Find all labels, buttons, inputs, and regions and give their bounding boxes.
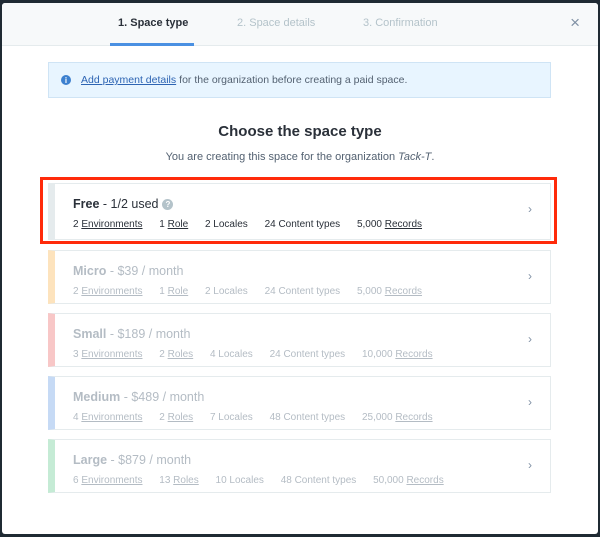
roles-link[interactable]: Roles [173, 475, 199, 486]
env-count: 3 [73, 349, 79, 360]
tab-space-details[interactable]: 2. Space details [237, 17, 315, 29]
plan-title: Large - $879 / month [73, 453, 191, 467]
env-count: 6 [73, 475, 79, 486]
locales: 7 Locales [209, 412, 253, 423]
roles: 2 Roles [159, 412, 193, 423]
records-link[interactable]: Records [385, 286, 422, 297]
plan-name: Micro [73, 264, 107, 278]
plan-title: Small - $189 / month [73, 327, 190, 341]
plan-card-micro[interactable]: Micro - $39 / month 2 Environments 1 Rol… [48, 250, 551, 304]
environments: 3 Environments [73, 349, 142, 360]
environments: 6 Environments [73, 475, 142, 486]
plan-price: - $879 / month [107, 453, 192, 467]
close-icon[interactable]: × [570, 13, 580, 33]
content-types: 48 Content types [280, 475, 357, 486]
plan-card-small[interactable]: Small - $189 / month 3 Environments 2 Ro… [48, 313, 551, 367]
records-link[interactable]: Records [395, 349, 432, 360]
environments-link[interactable]: Environments [81, 475, 142, 486]
organization-name: Tack-T [398, 151, 432, 163]
record-count: 5,000 [356, 286, 382, 297]
records: 10,000 Records [362, 349, 433, 360]
active-tab-indicator [110, 43, 194, 46]
records-link[interactable]: Records [406, 475, 443, 486]
environments-link[interactable]: Environments [81, 286, 142, 297]
chevron-right-icon: › [528, 395, 532, 409]
role-count: 2 [159, 349, 165, 360]
plan-title: Medium - $489 / month [73, 390, 204, 404]
content-types: 48 Content types [269, 412, 346, 423]
payment-notice: i Add payment details for the organizati… [48, 62, 551, 98]
plan-features: 6 Environments 13 Roles 10 Locales 48 Co… [73, 475, 458, 486]
records: 25,000 Records [362, 412, 433, 423]
environments: 4 Environments [73, 412, 142, 423]
roles-link[interactable]: Roles [168, 412, 194, 423]
locales: 10 Locales [215, 475, 264, 486]
record-count: 10,000 [361, 349, 393, 360]
records: 50,000 Records [373, 475, 444, 486]
plan-title: Micro - $39 / month [73, 264, 183, 278]
role-count: 1 [159, 286, 165, 297]
highlight-box [40, 177, 557, 244]
env-count: 4 [73, 412, 79, 423]
records-link[interactable]: Records [395, 412, 432, 423]
tab-confirmation[interactable]: 3. Confirmation [363, 17, 438, 29]
locales: 4 Locales [209, 349, 253, 360]
environments-link[interactable]: Environments [81, 349, 142, 360]
record-count: 25,000 [361, 412, 393, 423]
add-payment-details-link[interactable]: Add payment details [81, 74, 176, 86]
roles-link[interactable]: Role [168, 286, 189, 297]
subtitle-text: You are creating this space for the orga… [165, 151, 399, 163]
record-count: 50,000 [373, 475, 404, 486]
plan-name: Small [73, 327, 107, 341]
plan-price: - $489 / month [120, 390, 205, 404]
role-count: 2 [159, 412, 165, 423]
plan-price: - $189 / month [106, 327, 191, 341]
plan-card-large[interactable]: Large - $879 / month 6 Environments 13 R… [48, 439, 551, 493]
locales: 2 Locales [204, 286, 248, 297]
environments: 2 Environments [73, 286, 142, 297]
environments-link[interactable]: Environments [81, 412, 142, 423]
wizard-header: 1. Space type 2. Space details 3. Confir… [2, 3, 598, 46]
roles: 1 Role [159, 286, 188, 297]
create-space-modal: 1. Space type 2. Space details 3. Confir… [2, 3, 598, 534]
plan-card-medium[interactable]: Medium - $489 / month 4 Environments 2 R… [48, 376, 551, 430]
plan-name: Medium [73, 390, 121, 404]
page-title: Choose the space type [218, 123, 382, 140]
chevron-right-icon: › [528, 332, 532, 346]
tab-space-type[interactable]: 1. Space type [118, 17, 188, 29]
roles: 2 Roles [159, 349, 193, 360]
chevron-right-icon: › [528, 269, 532, 283]
content-types: 24 Content types [264, 286, 341, 297]
plan-features: 2 Environments 1 Role 2 Locales 24 Conte… [73, 286, 436, 297]
content-types: 24 Content types [269, 349, 346, 360]
plan-name: Large [73, 453, 108, 467]
role-count: 13 [159, 475, 171, 486]
plan-features: 4 Environments 2 Roles 7 Locales 48 Cont… [73, 412, 447, 423]
subtitle-suffix: . [431, 151, 435, 163]
chevron-right-icon: › [528, 458, 532, 472]
plan-features: 3 Environments 2 Roles 4 Locales 24 Cont… [73, 349, 447, 360]
roles-link[interactable]: Roles [168, 349, 194, 360]
records: 5,000 Records [357, 286, 422, 297]
page-subtitle: You are creating this space for the orga… [2, 151, 598, 163]
plan-price: - $39 / month [106, 264, 184, 278]
roles: 13 Roles [159, 475, 198, 486]
env-count: 2 [73, 286, 79, 297]
notice-text: for the organization before creating a p… [179, 74, 408, 86]
info-icon: i [61, 75, 71, 85]
